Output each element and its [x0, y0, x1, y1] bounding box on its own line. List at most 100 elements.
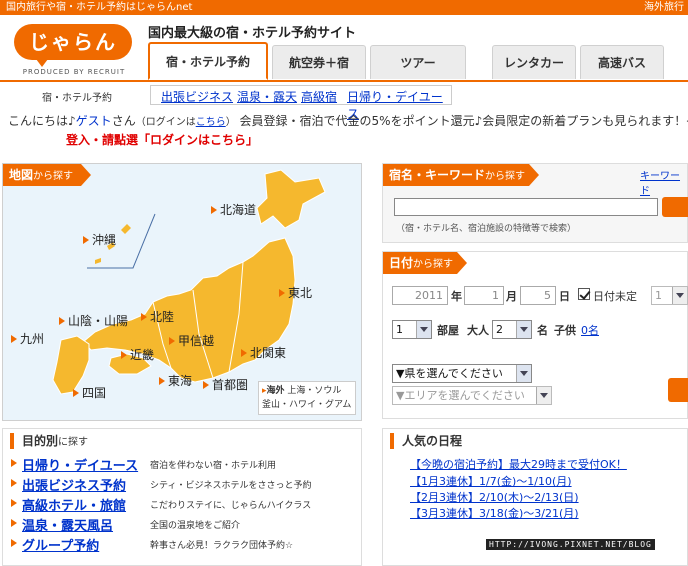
popular-tonight-link[interactable]: 【今晩の宿泊予約】最大29時まで受付OK！	[410, 456, 627, 472]
date-panel-header: 日付から探す	[383, 252, 467, 274]
jalan-logo[interactable]: じゃらん	[14, 24, 132, 67]
prefecture-select[interactable]: ▼県を選んでください	[392, 364, 532, 383]
purpose-luxury-link[interactable]: 高級ホテル・旅館	[10, 495, 126, 514]
greeting-message: 会員登録・宿泊で代金の5%をポイント還元♪会員限定の新着プランも見られます！→	[239, 114, 688, 128]
greeting-san: さん	[111, 114, 136, 128]
greeting-hello: こんにちは♪	[8, 114, 76, 128]
region-tokai[interactable]: 東海	[159, 372, 192, 389]
keyword-panel-header: 宿名・キーワードから探す	[383, 164, 539, 186]
purpose-dayuse-link[interactable]: 日帰り・デイユース	[10, 455, 138, 474]
region-hokuriku[interactable]: 北陸	[141, 308, 174, 325]
area-select[interactable]: ▼エリアを選んでください	[392, 386, 552, 405]
date-undecided-checkbox[interactable]	[578, 288, 590, 300]
chevron-down-icon	[536, 387, 551, 404]
chevron-down-icon	[516, 365, 531, 382]
tab-tour[interactable]: ツアー	[370, 45, 466, 79]
nights-select-right[interactable]: 1	[651, 286, 688, 305]
purpose-group-desc: 幹事さん必見！ラクラク団体予約☆	[150, 541, 294, 551]
overseas-line-1: ▸海外 上海・ソウル	[262, 386, 342, 396]
overseas-box[interactable]: ▸海外 上海・ソウル 釜山・ハワイ・グアム	[258, 381, 356, 415]
login-annotation: 登入・請點選「ロダインはこちら」	[66, 133, 259, 147]
purpose-dayuse-desc: 宿泊を伴わない宿・ホテル利用	[150, 461, 277, 471]
chevron-down-icon	[516, 321, 531, 338]
keyword-hint: （宿・ホテル名、宿泊施設の特徴等で検索）	[396, 224, 577, 234]
region-koshinetsu[interactable]: 甲信越	[169, 332, 214, 349]
tab-underline	[0, 80, 688, 82]
area-value: ▼エリアを選んでください	[396, 389, 525, 402]
overseas-travel-link[interactable]: 海外旅行	[644, 0, 684, 15]
overseas-cities-2: 釜山・ハワイ・グアム	[262, 400, 352, 410]
subnav-business[interactable]: 出張ビジネス	[161, 88, 233, 105]
tab-air-hotel[interactable]: 航空券＋宿	[272, 45, 366, 79]
rooms-label: 部屋	[437, 324, 459, 337]
region-hokkaido[interactable]: 北海道	[211, 201, 256, 218]
purpose-business-link[interactable]: 出張ビジネス予約	[10, 475, 126, 494]
nights-right-value: 1	[655, 289, 662, 302]
subnav-label: 宿・ホテル予約	[42, 93, 112, 104]
top-bar: 国内旅行や宿・ホテル予約はじゃらんnet 海外旅行	[0, 0, 688, 15]
month-input[interactable]: 1	[464, 286, 504, 305]
date-title-small: から探す	[413, 259, 454, 270]
date-undecided-label: 日付未定	[593, 290, 637, 303]
region-kitakanto[interactable]: 北関東	[241, 344, 286, 361]
purpose-luxury-desc: こだわりステイに、じゃらんハイクラス	[150, 501, 312, 511]
chevron-down-icon	[416, 321, 431, 338]
child-count-link[interactable]: 0名	[581, 322, 599, 338]
region-okinawa[interactable]: 沖縄	[83, 231, 116, 248]
chevron-down-icon	[672, 287, 687, 304]
region-tohoku[interactable]: 東北	[279, 284, 312, 301]
adults-label: 大人	[467, 324, 489, 337]
login-link[interactable]: こちら	[196, 117, 226, 128]
greeting-guest: ゲスト	[75, 114, 112, 128]
purpose-title-small: に探す	[58, 437, 89, 448]
keyword-input[interactable]	[394, 198, 658, 216]
overseas-cities-1: 上海・ソウル	[287, 386, 342, 396]
region-sanin-sanyo[interactable]: 山陰・山陽	[59, 312, 128, 329]
keyword-title: 宿名・キーワード	[389, 168, 486, 182]
purpose-business-desc: シティ・ビジネスホテルをささっと予約	[150, 481, 312, 491]
prefecture-value: ▼県を選んでください	[396, 367, 503, 380]
blog-watermark: HTTP://IVONG.PIXNET.NET/BLOG	[486, 539, 655, 550]
region-kinki[interactable]: 近畿	[121, 346, 154, 363]
tab-rentacar[interactable]: レンタカー	[492, 45, 576, 79]
year-input[interactable]: 2011	[392, 286, 448, 305]
subnav-luxury[interactable]: 高級宿	[301, 88, 337, 105]
greeting-login-pre: （ログインは	[135, 117, 196, 128]
popular-jan-link[interactable]: 【1月3連休】1/7(金)～1/10(月)	[410, 473, 572, 489]
day-input[interactable]: 5	[520, 286, 556, 305]
top-bar-text: 国内旅行や宿・ホテル予約はじゃらんnet	[6, 2, 193, 13]
tab-highway-bus[interactable]: 高速バス	[580, 45, 664, 79]
subnav-onsen[interactable]: 温泉・露天	[237, 88, 297, 105]
overseas-label: 海外	[266, 386, 285, 396]
popular-header: 人気の日程	[390, 433, 462, 449]
subnav: 出張ビジネス 温泉・露天 高級宿 日帰り・デイユース	[150, 85, 452, 121]
site-title: 国内最大級の宿・ホテル予約サイト	[148, 26, 357, 41]
day-label: 日	[559, 290, 570, 303]
keyword-title-small: から探す	[485, 171, 526, 182]
purpose-onsen-desc: 全国の温泉地をご紹介	[150, 521, 241, 531]
region-shikoku[interactable]: 四国	[73, 384, 106, 401]
tab-hotel[interactable]: 宿・ホテル予約	[148, 42, 268, 80]
date-title: 日付	[389, 256, 414, 270]
region-shutoken[interactable]: 首都圏	[203, 376, 248, 393]
purpose-onsen-link[interactable]: 温泉・露天風呂	[10, 515, 113, 534]
popular-mar-link[interactable]: 【3月3連休】3/18(金)～3/21(月)	[410, 505, 579, 521]
purpose-title: 目的別	[22, 434, 59, 448]
region-kyushu[interactable]: 九州	[11, 330, 44, 347]
date-search-button[interactable]	[668, 378, 688, 402]
keyword-link[interactable]: キーワード	[640, 167, 688, 197]
rooms-value: 1	[396, 323, 403, 336]
year-label: 年	[451, 290, 462, 303]
keyword-search-button[interactable]	[662, 197, 688, 217]
purpose-header: 目的別に探す	[10, 433, 88, 449]
logo-subtitle: PRODUCED BY RECRUIT	[22, 68, 126, 76]
child-label: 子供	[554, 324, 576, 337]
adults-value: 2	[496, 323, 503, 336]
rooms-select[interactable]: 1	[392, 320, 432, 339]
month-label: 月	[506, 290, 517, 303]
purpose-group-link[interactable]: グループ予約	[10, 535, 99, 554]
adults-select[interactable]: 2	[492, 320, 532, 339]
greeting-login-post: ）	[225, 117, 236, 128]
popular-feb-link[interactable]: 【2月3連休】2/10(木)～2/13(日)	[410, 489, 579, 505]
adults-unit-label: 名	[537, 324, 548, 337]
